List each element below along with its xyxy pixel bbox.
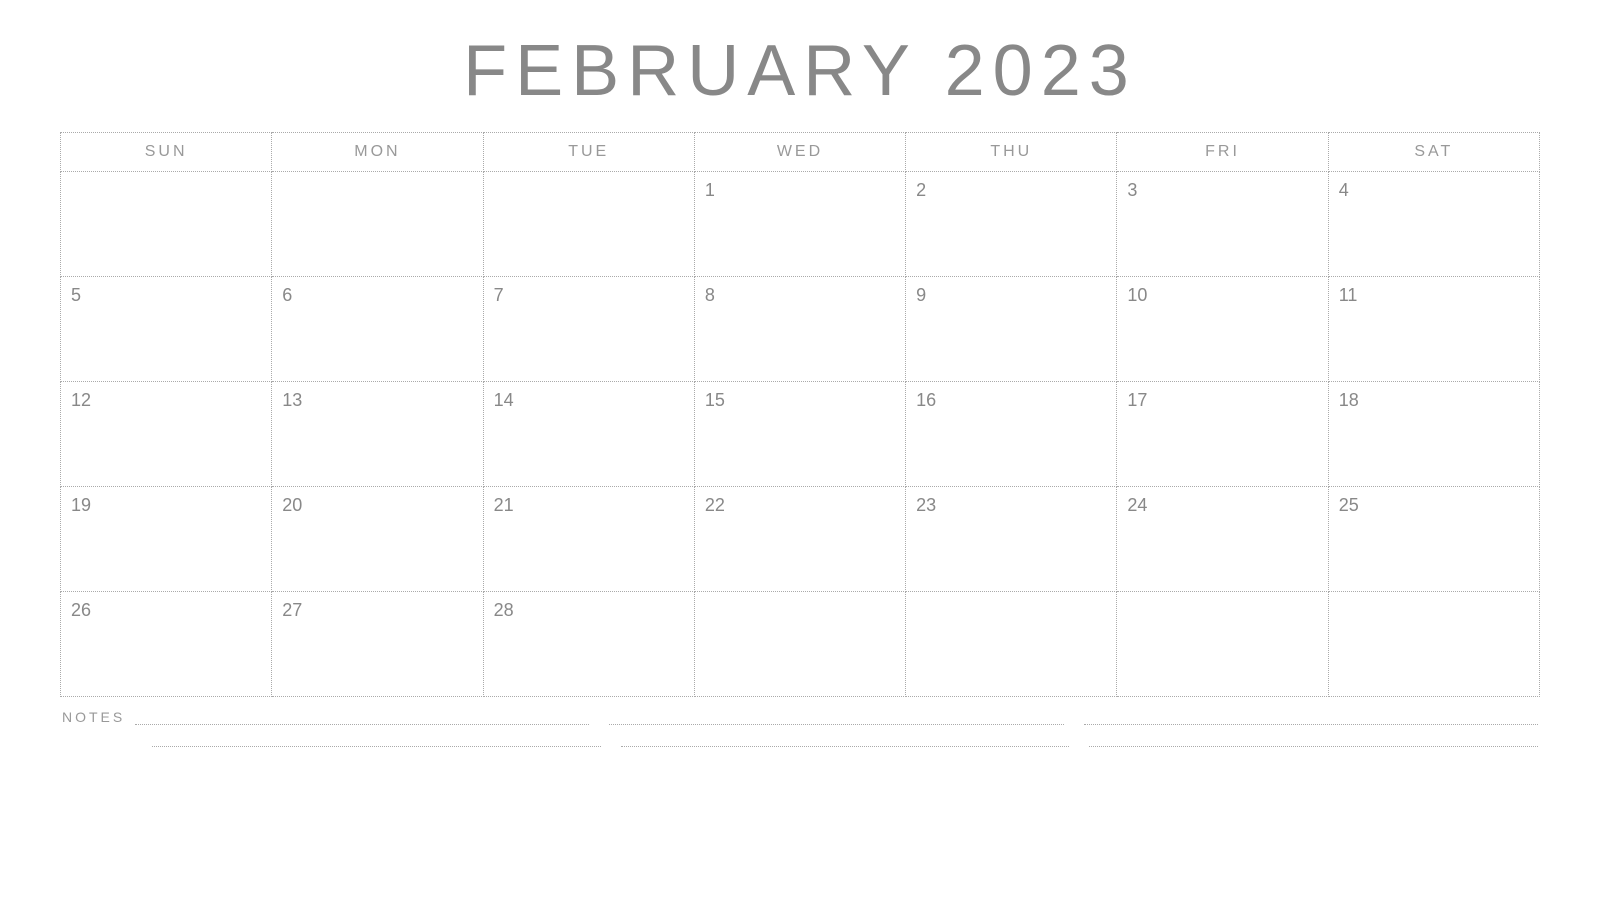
day-header-fri: FRI	[1117, 133, 1328, 172]
day-number: 5	[71, 285, 81, 305]
calendar-cell	[1117, 592, 1328, 697]
calendar-cell: 9	[906, 277, 1117, 382]
day-number: 27	[282, 600, 302, 620]
notes-line-2c	[1089, 731, 1538, 747]
calendar-cell: 28	[483, 592, 694, 697]
calendar-cell: 12	[61, 382, 272, 487]
calendar-cell: 22	[694, 487, 905, 592]
calendar-cell: 5	[61, 277, 272, 382]
calendar-cell: 3	[1117, 172, 1328, 277]
day-number: 10	[1127, 285, 1147, 305]
calendar-grid: SUNMONTUEWEDTHUFRISAT 123456789101112131…	[60, 132, 1540, 697]
calendar-title: FEBRUARY 2023	[60, 30, 1540, 112]
week-row-5: 26 27 28	[61, 592, 1540, 697]
notes-line-2b	[621, 731, 1070, 747]
day-header-sat: SAT	[1328, 133, 1539, 172]
calendar-cell	[272, 172, 483, 277]
calendar-cell: 23	[906, 487, 1117, 592]
day-number: 18	[1339, 390, 1359, 410]
week-row-2: 5 6 7 8 9 10 11	[61, 277, 1540, 382]
day-number: 17	[1127, 390, 1147, 410]
day-number: 12	[71, 390, 91, 410]
week-row-3: 12 13 14 15 16 17 18	[61, 382, 1540, 487]
day-number: 1	[705, 180, 715, 200]
calendar-cell: 1	[694, 172, 905, 277]
calendar-cell	[61, 172, 272, 277]
calendar-cell	[483, 172, 694, 277]
calendar-cell: 17	[1117, 382, 1328, 487]
calendar-cell: 14	[483, 382, 694, 487]
calendar-cell: 21	[483, 487, 694, 592]
day-number: 21	[494, 495, 514, 515]
day-number: 19	[71, 495, 91, 515]
calendar-cell: 8	[694, 277, 905, 382]
day-number: 26	[71, 600, 91, 620]
day-header-mon: MON	[272, 133, 483, 172]
calendar-cell: 7	[483, 277, 694, 382]
calendar-cell: 27	[272, 592, 483, 697]
day-number: 9	[916, 285, 926, 305]
calendar-cell: 19	[61, 487, 272, 592]
calendar-cell	[1328, 592, 1539, 697]
day-number: 2	[916, 180, 926, 200]
notes-line-1a	[135, 709, 589, 725]
day-header-sun: SUN	[61, 133, 272, 172]
notes-line-2a	[152, 731, 601, 747]
calendar-cell: 15	[694, 382, 905, 487]
day-header-tue: TUE	[483, 133, 694, 172]
calendar-cell: 16	[906, 382, 1117, 487]
week-row-1: 1 2 3 4	[61, 172, 1540, 277]
calendar-wrapper: FEBRUARY 2023 SUNMONTUEWEDTHUFRISAT 1234…	[60, 0, 1540, 753]
calendar-cell	[906, 592, 1117, 697]
day-number: 22	[705, 495, 725, 515]
day-number: 8	[705, 285, 715, 305]
notes-row-2	[62, 731, 1538, 747]
calendar-cell: 24	[1117, 487, 1328, 592]
day-number: 7	[494, 285, 504, 305]
notes-line-1b	[609, 709, 1063, 725]
day-number: 15	[705, 390, 725, 410]
day-number: 24	[1127, 495, 1147, 515]
day-number: 14	[494, 390, 514, 410]
day-number: 16	[916, 390, 936, 410]
day-number: 25	[1339, 495, 1359, 515]
calendar-cell: 26	[61, 592, 272, 697]
day-number: 13	[282, 390, 302, 410]
calendar-cell: 4	[1328, 172, 1539, 277]
calendar-cell	[694, 592, 905, 697]
calendar-cell: 11	[1328, 277, 1539, 382]
day-header-thu: THU	[906, 133, 1117, 172]
day-number: 20	[282, 495, 302, 515]
notes-row-1: NOTES	[62, 709, 1538, 725]
day-number: 4	[1339, 180, 1349, 200]
notes-section: NOTES	[60, 709, 1540, 747]
calendar-cell: 10	[1117, 277, 1328, 382]
calendar-cell: 20	[272, 487, 483, 592]
day-number: 3	[1127, 180, 1137, 200]
day-header-wed: WED	[694, 133, 905, 172]
calendar-cell: 18	[1328, 382, 1539, 487]
day-number: 23	[916, 495, 936, 515]
notes-line-1c	[1084, 709, 1538, 725]
day-number: 6	[282, 285, 292, 305]
week-row-4: 19 20 21 22 23 24 25	[61, 487, 1540, 592]
calendar-cell: 25	[1328, 487, 1539, 592]
day-number: 11	[1339, 285, 1358, 305]
days-header-row: SUNMONTUEWEDTHUFRISAT	[61, 133, 1540, 172]
notes-label: NOTES	[62, 709, 125, 725]
day-number: 28	[494, 600, 514, 620]
calendar-cell: 13	[272, 382, 483, 487]
calendar-cell: 6	[272, 277, 483, 382]
calendar-cell: 2	[906, 172, 1117, 277]
